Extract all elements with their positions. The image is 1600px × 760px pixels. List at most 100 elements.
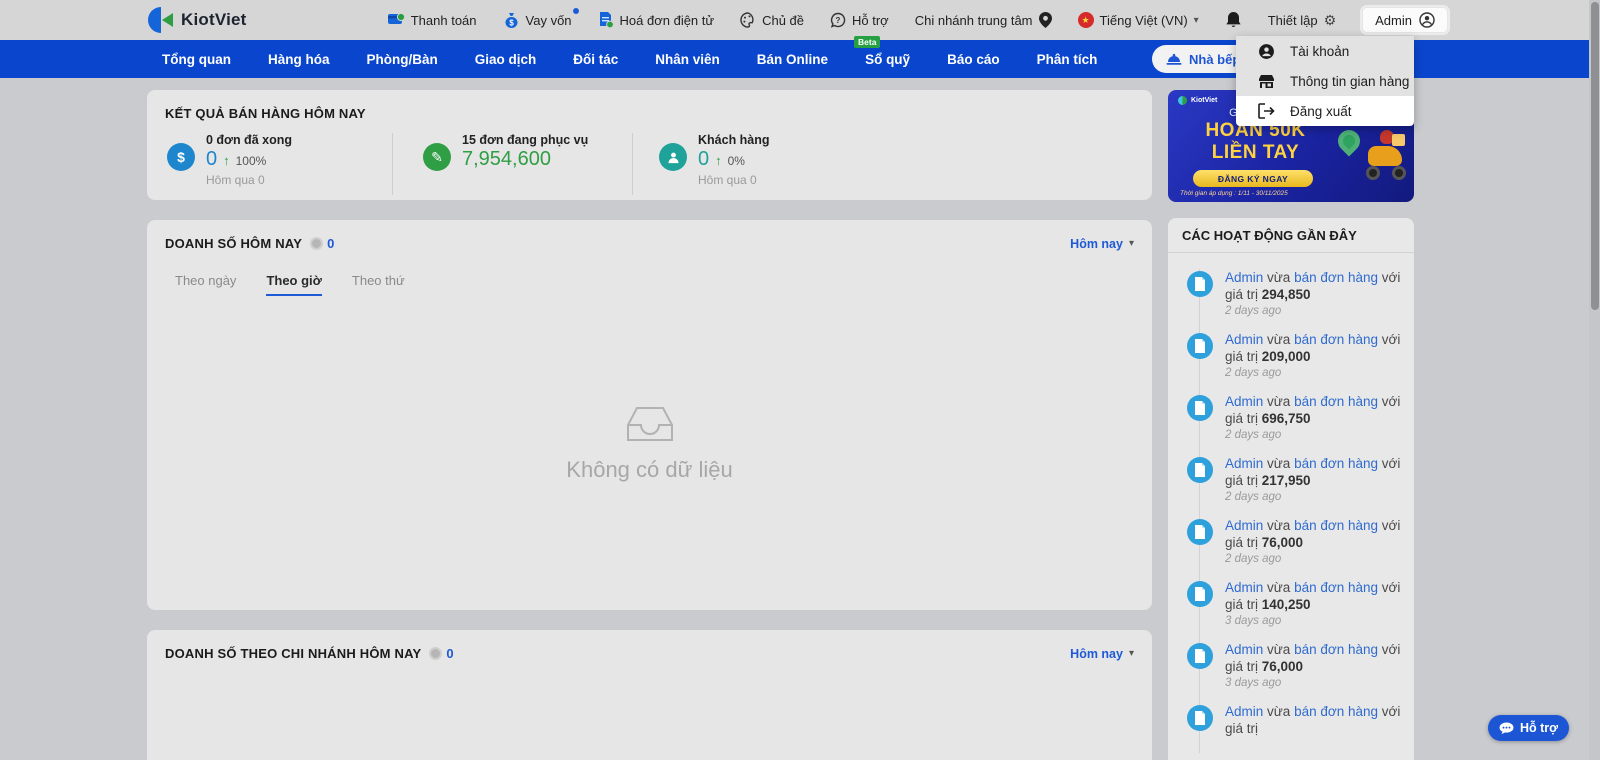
banner-brand: KiotViet xyxy=(1178,96,1217,105)
nav-item[interactable]: Phòng/Bàn xyxy=(367,52,438,67)
user-account-button[interactable]: Admin xyxy=(1362,7,1448,33)
nav-item[interactable]: Nhân viên xyxy=(655,52,720,67)
nav-item[interactable]: Báo cáo xyxy=(947,52,1000,67)
activity-value: 76,000 xyxy=(1261,535,1304,550)
activity-text: Admin vừa bán đơn hàng với giá trị 76,00… xyxy=(1225,518,1401,550)
stat-orders-serving: ✎ 15 đơn đang phục vụ 7,954,600 xyxy=(393,133,633,195)
page-scrollbar[interactable] xyxy=(1589,0,1600,760)
revenue-counter: 0 xyxy=(310,236,334,251)
tab-by-weekday[interactable]: Theo thứ xyxy=(352,273,405,296)
nav-item[interactable]: Hàng hóa xyxy=(268,52,330,67)
account-icon xyxy=(1259,43,1274,59)
stat-done-sub: Hôm qua 0 xyxy=(206,173,265,187)
activity-time: 2 days ago xyxy=(1225,553,1282,565)
activity-user-link[interactable]: Admin xyxy=(1225,332,1263,347)
scrollbar-thumb[interactable] xyxy=(1591,2,1599,310)
logout-label: Đăng xuất xyxy=(1290,103,1352,119)
tab-by-hour[interactable]: Theo giờ xyxy=(266,273,322,296)
menu-item-store-info[interactable]: Thông tin gian hàng xyxy=(1236,66,1414,96)
stat-customers-sub: Hôm qua 0 xyxy=(698,173,757,187)
nav-item[interactable]: Sổ quỹ xyxy=(865,52,910,67)
stat-customers-change: 0% xyxy=(727,154,745,168)
invoice-circle-icon xyxy=(1187,395,1213,421)
activity-order-link[interactable]: bán đơn hàng xyxy=(1294,394,1378,409)
chevron-down-icon: ▾ xyxy=(1128,648,1134,659)
menu-item-logout[interactable]: Đăng xuất xyxy=(1236,96,1414,126)
theme-link[interactable]: Chủ đề xyxy=(740,12,804,28)
activity-item: Admin vừa bán đơn hàng với giá trị 76,00… xyxy=(1168,641,1414,703)
activity-user-link[interactable]: Admin xyxy=(1225,394,1263,409)
activity-user-link[interactable]: Admin xyxy=(1225,270,1263,285)
notifications-button[interactable] xyxy=(1225,11,1242,29)
einvoice-link[interactable]: Hoá đơn điện tử xyxy=(598,12,714,28)
location-pin-icon xyxy=(1038,12,1052,28)
activity-text: Admin vừa bán đơn hàng với giá trị 696,7… xyxy=(1225,394,1401,426)
support-floating-button[interactable]: Hỗ trợ xyxy=(1488,715,1570,741)
person-circle-icon xyxy=(659,143,687,171)
settings-label: Thiết lập xyxy=(1267,12,1318,28)
kitchen-label: Nhà bếp xyxy=(1189,51,1241,67)
language-label: Tiếng Việt (VN) xyxy=(1099,12,1188,28)
bell-icon xyxy=(1226,12,1241,27)
user-circle-icon xyxy=(1419,12,1435,28)
branch-selector[interactable]: Chi nhánh trung tâm xyxy=(915,12,1052,28)
activity-order-link[interactable]: bán đơn hàng xyxy=(1294,642,1378,657)
branch-label: Chi nhánh trung tâm xyxy=(914,12,1033,28)
activity-user-link[interactable]: Admin xyxy=(1225,580,1263,595)
stat-orders-done: $ 0 đơn đã xong 0 ↑ 100% Hôm qua 0 xyxy=(147,133,393,195)
activity-value: 209,000 xyxy=(1261,349,1311,364)
tab-by-day[interactable]: Theo ngày xyxy=(175,273,236,296)
activity-order-link[interactable]: bán đơn hàng xyxy=(1294,270,1378,285)
activity-text: Admin vừa bán đơn hàng với giá trị 217,9… xyxy=(1225,456,1401,488)
nav-item[interactable]: Tổng quan xyxy=(162,52,231,67)
nav-item[interactable]: Phân tích xyxy=(1037,52,1098,67)
invoice-circle-icon xyxy=(1187,581,1213,607)
money-bag-icon: $ xyxy=(505,12,518,28)
activity-value: 217,950 xyxy=(1261,473,1311,488)
banner-cta-button[interactable]: ĐĂNG KÝ NGAY xyxy=(1193,170,1313,187)
recent-activities-panel: CÁC HOẠT ĐỘNG GẦN ĐÂY Admin vừa bán đơn … xyxy=(1168,218,1414,760)
activity-order-link[interactable]: bán đơn hàng xyxy=(1294,456,1378,471)
sales-summary-card: KẾT QUẢ BÁN HÀNG HÔM NAY $ 0 đơn đã xong… xyxy=(147,90,1152,200)
empty-state: Không có dữ liệu xyxy=(147,296,1152,610)
activity-text: Admin vừa bán đơn hàng với giá trị 140,2… xyxy=(1225,580,1401,612)
revenue-today-card: DOANH SỐ HÔM NAY 0 Hôm nay ▾ Theo ngày T… xyxy=(147,220,1152,610)
menu-item-account[interactable]: Tài khoản xyxy=(1236,36,1414,66)
stat-customers-label: Khách hàng xyxy=(698,133,770,147)
activity-item: Admin vừa bán đơn hàng với giá trị 294,8… xyxy=(1168,269,1414,331)
settings-button[interactable]: Thiết lập ⚙ xyxy=(1268,12,1336,29)
svg-text:$: $ xyxy=(509,18,514,27)
revenue-branch-filter[interactable]: Hôm nay ▾ xyxy=(1070,647,1134,661)
payment-link[interactable]: Thanh toán xyxy=(387,13,477,28)
banner-scooter-illustration xyxy=(1364,128,1410,188)
kiotviet-dashboard: KiotViet Thanh toán $ Vay vốn Hoá đơn đi… xyxy=(0,0,1600,760)
chat-bubble-icon xyxy=(1499,721,1514,734)
stat-customers: Khách hàng 0 ↑ 0% Hôm qua 0 xyxy=(633,133,770,195)
loan-notification-dot xyxy=(572,7,579,14)
kiotviet-logo[interactable]: KiotViet xyxy=(148,7,247,33)
activity-user-link[interactable]: Admin xyxy=(1225,704,1263,719)
activity-order-link[interactable]: bán đơn hàng xyxy=(1294,518,1378,533)
vietnam-flag-icon: ★ xyxy=(1077,12,1094,28)
revenue-today-filter[interactable]: Hôm nay ▾ xyxy=(1070,237,1134,251)
support-link[interactable]: ? Hỗ trợ Beta xyxy=(830,12,889,48)
svg-text:?: ? xyxy=(836,16,841,25)
header-links: Thanh toán $ Vay vốn Hoá đơn điện tử Chủ… xyxy=(387,7,1448,48)
activity-user-link[interactable]: Admin xyxy=(1225,518,1263,533)
activity-item: Admin vừa bán đơn hàng với giá trị 140,2… xyxy=(1168,579,1414,641)
activity-order-link[interactable]: bán đơn hàng xyxy=(1294,580,1378,595)
activity-user-link[interactable]: Admin xyxy=(1225,642,1263,657)
nav-item[interactable]: Giao dịch xyxy=(475,52,537,67)
beta-badge: Beta xyxy=(854,36,881,48)
language-selector[interactable]: ★ Tiếng Việt (VN) ▾ xyxy=(1077,12,1199,28)
activity-user-link[interactable]: Admin xyxy=(1225,456,1263,471)
activity-order-link[interactable]: bán đơn hàng xyxy=(1294,332,1378,347)
activity-order-link[interactable]: bán đơn hàng xyxy=(1294,704,1378,719)
nav-item[interactable]: Đối tác xyxy=(573,52,618,67)
loan-link[interactable]: $ Vay vốn xyxy=(503,7,579,29)
palette-icon xyxy=(740,12,754,28)
theme-label: Chủ đề xyxy=(762,12,805,28)
store-icon xyxy=(1259,74,1274,88)
nav-item[interactable]: Bán Online xyxy=(757,52,828,67)
branch-counter: 0 xyxy=(429,646,454,661)
